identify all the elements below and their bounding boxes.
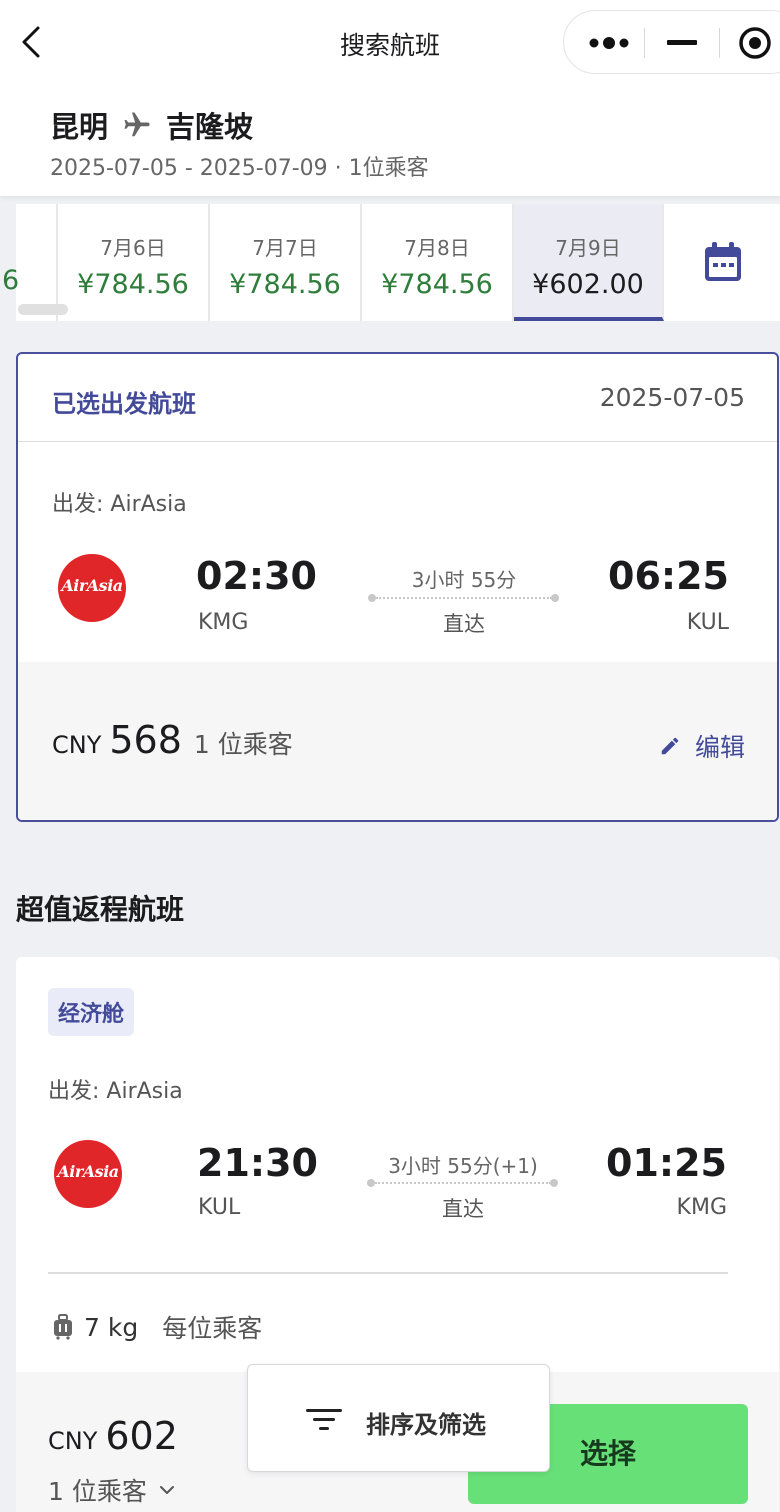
- baggage-row: 7 kg 每位乘客: [52, 1309, 262, 1345]
- sort-filter-button[interactable]: 排序及筛选: [247, 1364, 550, 1472]
- trip-summary: 2025-07-05 - 2025-07-09 · 1位乘客: [50, 156, 429, 181]
- route-dot: [367, 1179, 375, 1187]
- currency-label: CNY: [48, 1427, 98, 1455]
- flight-duration: 3小时 55分(+1): [388, 1154, 538, 1178]
- route-dot: [551, 594, 559, 602]
- date-price: ¥784.56: [229, 269, 341, 300]
- passenger-count: 1 位乘客: [48, 1477, 147, 1506]
- chevron-down-icon: [159, 1486, 174, 1494]
- nav-bar: 搜索航班: [0, 0, 780, 88]
- stops-label: 直达: [443, 612, 485, 636]
- date-label: 7月9日: [555, 236, 621, 260]
- airasia-logo-text: AirAsia: [57, 1162, 119, 1181]
- arrival-time: 01:25: [606, 1141, 727, 1185]
- mini-program-capsule: [563, 10, 780, 74]
- price-row: CNY 602: [48, 1414, 190, 1458]
- currency-label: CNY: [52, 731, 102, 759]
- edit-label: 编辑: [694, 733, 745, 762]
- flight-search-page: 搜索航班 昆明 吉隆坡 2025-07-05 - 2025-07-09 · 1位…: [0, 0, 780, 1512]
- arrival-airport-code: KUL: [686, 610, 729, 635]
- more-dots-icon[interactable]: [588, 33, 630, 53]
- baggage-weight: 7 kg: [84, 1312, 139, 1342]
- date-label: 7月7日: [252, 236, 318, 260]
- date-cell[interactable]: 7月6日 ¥784.56: [58, 204, 210, 321]
- passenger-dropdown[interactable]: 1 位乘客: [48, 1472, 175, 1508]
- route-dot: [550, 1179, 558, 1187]
- selected-card-footer: CNY 568 1 位乘客 编辑: [18, 662, 777, 820]
- filter-icon: [306, 1409, 342, 1430]
- date-cell[interactable]: 7月8日 ¥784.56: [362, 204, 514, 321]
- date-label: 7月6日: [100, 236, 166, 260]
- date-cell-selected[interactable]: 7月9日 ¥602.00: [514, 204, 664, 321]
- date-price: ¥602.00: [532, 269, 644, 300]
- arrival-airport-code: KMG: [676, 1195, 727, 1220]
- date-label: 7月8日: [404, 236, 470, 260]
- route-line-dotted: [376, 597, 552, 599]
- edit-button[interactable]: 编辑: [659, 728, 745, 764]
- route-line: 昆明 吉隆坡: [50, 104, 253, 146]
- flight-duration: 3小时 55分: [411, 568, 517, 592]
- selected-card-title: 已选出发航班: [52, 390, 196, 418]
- horizontal-scrollbar[interactable]: [18, 304, 68, 315]
- close-target-icon[interactable]: [737, 25, 773, 61]
- price-amount: 602: [105, 1414, 178, 1458]
- route-dot: [368, 594, 376, 602]
- baggage-note: 每位乘客: [162, 1314, 263, 1343]
- date-price-strip[interactable]: 7月6日 ¥784.56 7月7日 ¥784.56 7月8日 ¥784.56 7…: [16, 204, 780, 321]
- minimize-icon[interactable]: [667, 37, 697, 49]
- selected-outbound-card: 已选出发航班 2025-07-05 出发: AirAsia AirAsia 02…: [16, 352, 779, 822]
- arrival-time: 06:25: [608, 554, 729, 598]
- departure-time: 21:30: [197, 1141, 318, 1185]
- date-price-partial: 6: [2, 265, 20, 296]
- price-amount: 568: [109, 718, 182, 762]
- capsule-divider: [719, 28, 720, 58]
- cabin-class-badge: 经济舱: [48, 988, 135, 1036]
- route-line-dotted: [375, 1182, 551, 1184]
- stops-label: 直达: [442, 1197, 484, 1221]
- route-header: 昆明 吉隆坡 2025-07-05 - 2025-07-09 · 1位乘客: [0, 88, 780, 196]
- selected-card-date: 2025-07-05: [599, 383, 745, 412]
- airplane-icon: [124, 112, 150, 137]
- calendar-icon[interactable]: [703, 241, 743, 283]
- luggage-icon: [54, 1314, 72, 1340]
- passenger-count: 1 位乘客: [193, 730, 293, 759]
- return-section-title: 超值返程航班: [16, 893, 185, 926]
- date-cell[interactable]: 7月7日 ¥784.56: [210, 204, 362, 321]
- airasia-logo-text: AirAsia: [61, 576, 123, 595]
- airasia-logo: AirAsia: [58, 554, 126, 622]
- date-price: ¥784.56: [77, 269, 189, 300]
- sort-filter-label: 排序及筛选: [366, 1411, 486, 1439]
- card-divider: [48, 1272, 728, 1274]
- departure-airline-label: 出发: AirAsia: [48, 1079, 183, 1104]
- capsule-divider: [644, 28, 645, 58]
- airasia-logo: AirAsia: [54, 1140, 122, 1208]
- origin-city: 昆明: [50, 110, 109, 144]
- date-price: ¥784.56: [381, 269, 493, 300]
- price-row: CNY 568 1 位乘客: [52, 718, 293, 762]
- destination-city: 吉隆坡: [166, 110, 254, 144]
- pencil-icon: [661, 737, 679, 755]
- departure-time: 02:30: [196, 554, 317, 598]
- selected-card-header: 已选出发航班 2025-07-05: [18, 354, 777, 442]
- departure-airline-label: 出发: AirAsia: [52, 492, 187, 517]
- departure-airport-code: KMG: [198, 610, 249, 635]
- departure-airport-code: KUL: [198, 1195, 241, 1220]
